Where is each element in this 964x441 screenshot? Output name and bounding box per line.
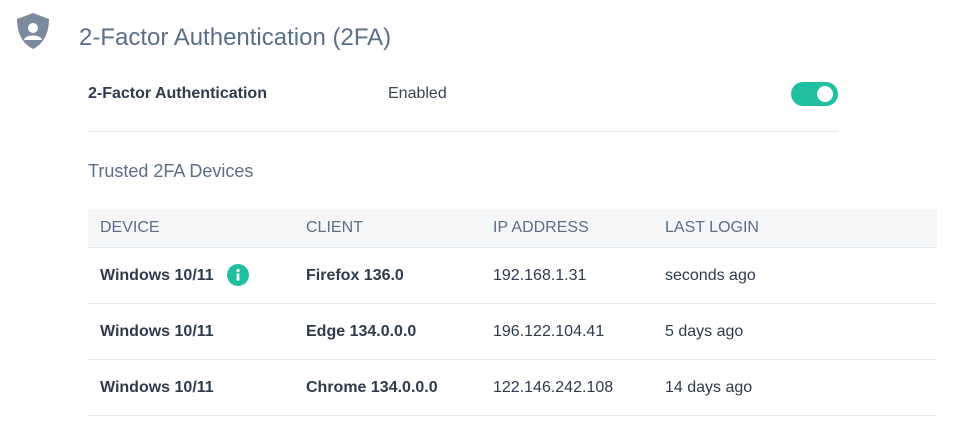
- table-header: DEVICE CLIENT IP ADDRESS LAST LOGIN: [88, 209, 937, 248]
- column-header-last-login: LAST LOGIN: [665, 219, 759, 236]
- client-cell: Chrome 134.0.0.0: [306, 379, 438, 396]
- column-header-ip-address: IP ADDRESS: [493, 219, 589, 236]
- device-cell: Windows 10/11: [100, 379, 214, 396]
- setting-status-value: Enabled: [388, 85, 447, 102]
- client-cell: Edge 134.0.0.0: [306, 323, 417, 340]
- trusted-devices-table: DEVICE CLIENT IP ADDRESS LAST LOGIN Wind…: [88, 209, 937, 416]
- last-login-cell: 5 days ago: [665, 323, 744, 340]
- ip-cell: 122.146.242.108: [493, 379, 614, 396]
- last-login-cell: seconds ago: [665, 267, 756, 284]
- 2fa-toggle[interactable]: [791, 82, 838, 106]
- table-row: Windows 10/11 Firefox 136.0 192.168.1.31…: [88, 248, 937, 304]
- device-cell: Windows 10/11: [100, 323, 214, 340]
- table-row: Windows 10/11 Edge 134.0.0.0 196.122.104…: [88, 304, 937, 360]
- column-header-client: CLIENT: [306, 219, 363, 236]
- shield-user-icon: [17, 13, 49, 49]
- trusted-devices-title: Trusted 2FA Devices: [88, 161, 254, 181]
- section-title: 2-Factor Authentication (2FA): [79, 24, 392, 51]
- ip-cell: 192.168.1.31: [493, 267, 587, 284]
- last-login-cell: 14 days ago: [665, 379, 753, 396]
- divider: [88, 131, 838, 132]
- toggle-knob: [817, 86, 833, 102]
- column-header-device: DEVICE: [100, 219, 160, 236]
- setting-label-2fa: 2-Factor Authentication: [88, 85, 267, 102]
- ip-cell: 196.122.104.41: [493, 323, 605, 340]
- client-cell: Firefox 136.0: [306, 267, 404, 284]
- info-icon[interactable]: [227, 264, 249, 286]
- table-row: Windows 10/11 Chrome 134.0.0.0 122.146.2…: [88, 360, 937, 416]
- device-cell: Windows 10/11: [100, 267, 214, 284]
